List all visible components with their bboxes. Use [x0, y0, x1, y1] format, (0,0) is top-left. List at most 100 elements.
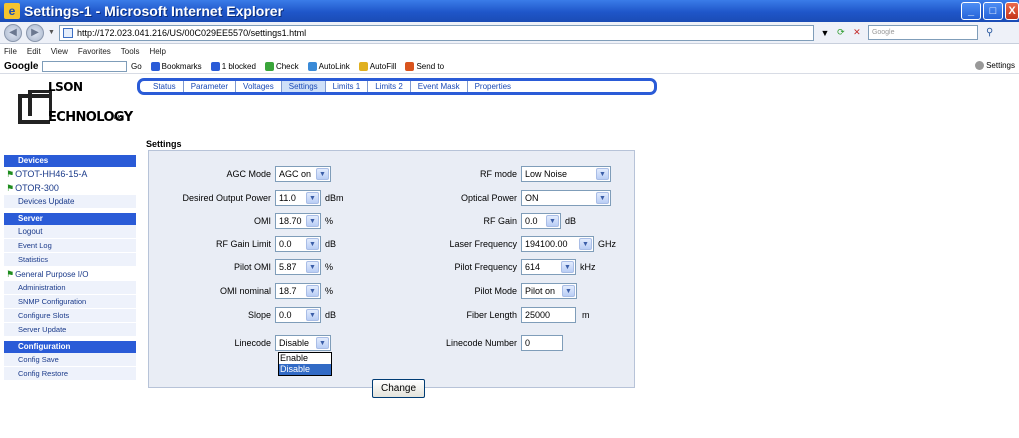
- sidebar-item-configure-slots[interactable]: Configure Slots: [4, 309, 136, 323]
- blocked-label: 1 blocked: [221, 62, 256, 71]
- rf-gain-limit-label: RF Gain Limit: [215, 239, 271, 249]
- linecode-number-input[interactable]: 0: [521, 335, 563, 351]
- tab-limits-2[interactable]: Limits 2: [368, 81, 411, 92]
- laser-frequency-select[interactable]: 194100.00 ▼: [521, 236, 594, 252]
- change-button[interactable]: Change: [372, 379, 425, 398]
- sidebar-item-device-1[interactable]: ⚑OTOT-HH46-15-A: [4, 167, 136, 181]
- linecode-value: Disable: [279, 338, 310, 348]
- google-go-label: Go: [131, 62, 142, 71]
- pilot-mode-select[interactable]: Pilot on ▼: [521, 283, 577, 299]
- optical-power-select[interactable]: ON ▼: [521, 190, 611, 206]
- tab-settings[interactable]: Settings: [281, 81, 326, 92]
- popup-blocked-button[interactable]: 1 blocked: [210, 62, 256, 71]
- stop-icon[interactable]: ✕: [850, 26, 864, 40]
- fiber-length-input[interactable]: 25000: [521, 307, 576, 323]
- rf-gain-limit-unit: dB: [325, 239, 337, 249]
- omi-select[interactable]: 18.70 ▼: [275, 213, 321, 229]
- sidebar-item-gpio[interactable]: ⚑General Purpose I/O: [4, 267, 136, 281]
- menu-edit[interactable]: Edit: [27, 47, 41, 59]
- autofill-button[interactable]: AutoFill: [358, 62, 396, 71]
- tab-limits-1[interactable]: Limits 1: [326, 81, 369, 92]
- omi-unit: %: [325, 216, 334, 226]
- menu-tools[interactable]: Tools: [121, 47, 140, 59]
- minimize-button[interactable]: _: [961, 2, 981, 20]
- search-input[interactable]: Google: [867, 25, 978, 40]
- chevron-down-icon: ▼: [596, 192, 609, 204]
- desired-output-power-select[interactable]: 11.0 ▼: [275, 190, 321, 206]
- pilot-frequency-row: Pilot Frequency 614 ▼ kHz: [380, 259, 596, 275]
- check-icon: [264, 62, 274, 71]
- sidebar-item-statistics[interactable]: Statistics: [4, 253, 136, 267]
- flag-icon: ⚑: [6, 169, 15, 179]
- sidebar-item-config-restore[interactable]: Config Restore: [4, 367, 136, 381]
- sidebar-item-snmp-configuration[interactable]: SNMP Configuration: [4, 295, 136, 309]
- sidebar-item-server-update[interactable]: Server Update: [4, 323, 136, 337]
- rf-gain-select[interactable]: 0.0 ▼: [521, 213, 561, 229]
- flag-icon: ⚑: [6, 269, 15, 279]
- laser-frequency-value: 194100.00: [525, 239, 568, 249]
- url-dropdown-icon[interactable]: ▼: [818, 26, 832, 40]
- slope-select[interactable]: 0.0 ▼: [275, 307, 321, 323]
- url-text: http://172.023.041.216/US/00C029EE5570/s…: [76, 27, 307, 38]
- menu-help[interactable]: Help: [149, 47, 165, 59]
- tab-voltages[interactable]: Voltages: [236, 81, 282, 92]
- sidebar-item-administration[interactable]: Administration: [4, 281, 136, 295]
- refresh-icon[interactable]: ⟳: [834, 26, 848, 40]
- tab-status[interactable]: Status: [146, 81, 184, 92]
- rf-gain-limit-select[interactable]: 0.0 ▼: [275, 236, 321, 252]
- rf-mode-select[interactable]: Low Noise ▼: [521, 166, 611, 182]
- chevron-down-icon: ▼: [579, 238, 592, 250]
- pilot-frequency-select[interactable]: 614 ▼: [521, 259, 576, 275]
- sidebar-item-logout[interactable]: Logout: [4, 225, 136, 239]
- pilot-omi-select[interactable]: 5.87 ▼: [275, 259, 321, 275]
- linecode-option-disable[interactable]: Disable: [279, 364, 331, 375]
- maximize-button[interactable]: □: [983, 2, 1003, 20]
- history-dropdown-icon[interactable]: ▼: [48, 29, 55, 36]
- fiber-length-unit: m: [582, 310, 590, 320]
- sidebar-item-config-save[interactable]: Config Save: [4, 353, 136, 367]
- send-to-button[interactable]: Send to: [405, 62, 444, 71]
- sidebar-item-devices-update[interactable]: Devices Update: [4, 195, 136, 209]
- address-bar: ◀ ▶ ▼ http://172.023.041.216/US/00C029EE…: [0, 22, 1019, 44]
- sidebar-item-device-2[interactable]: ⚑OTOR-300: [4, 181, 136, 195]
- agc-mode-select[interactable]: AGC on ▼: [275, 166, 331, 182]
- back-icon[interactable]: ◀: [4, 23, 22, 42]
- tab-properties[interactable]: Properties: [468, 81, 518, 92]
- google-settings-button[interactable]: Settings: [975, 61, 1015, 70]
- google-search-input[interactable]: [42, 61, 127, 72]
- forward-icon[interactable]: ▶: [26, 23, 44, 42]
- tab-parameter[interactable]: Parameter: [184, 81, 237, 92]
- chevron-down-icon: ▼: [316, 168, 329, 180]
- fiber-length-row: Fiber Length 25000 m: [380, 307, 590, 323]
- omi-value: 18.70: [279, 216, 302, 226]
- linecode-option-enable[interactable]: Enable: [279, 353, 331, 364]
- sidebar-item-event-log[interactable]: Event Log: [4, 239, 136, 253]
- flag-icon: ⚑: [6, 183, 15, 193]
- chevron-down-icon: ▼: [306, 238, 319, 250]
- url-input[interactable]: http://172.023.041.216/US/00C029EE5570/s…: [58, 24, 814, 41]
- laser-frequency-unit: GHz: [598, 239, 616, 249]
- linecode-number-label: Linecode Number: [445, 338, 517, 348]
- menu-view[interactable]: View: [51, 47, 68, 59]
- rf-gain-label: RF Gain: [483, 216, 517, 226]
- pilot-frequency-label: Pilot Frequency: [454, 262, 517, 272]
- google-bookmarks-button[interactable]: Bookmarks: [150, 62, 202, 71]
- spell-check-button[interactable]: Check: [264, 62, 299, 71]
- autolink-button[interactable]: AutoLink: [307, 62, 350, 71]
- optical-power-value: ON: [525, 193, 539, 203]
- omi-nominal-select[interactable]: 18.7 ▼: [275, 283, 321, 299]
- close-button[interactable]: X: [1005, 2, 1019, 20]
- menu-file[interactable]: File: [4, 47, 17, 59]
- linecode-select[interactable]: Disable ▼: [275, 335, 331, 351]
- pilot-mode-label: Pilot Mode: [474, 286, 517, 296]
- google-go-button[interactable]: Go: [131, 62, 142, 71]
- tab-event-mask[interactable]: Event Mask: [411, 81, 468, 92]
- pilot-omi-value: 5.87: [279, 262, 297, 272]
- omi-label: OMI: [254, 216, 271, 226]
- rf-gain-limit-row: RF Gain Limit 0.0 ▼ dB: [148, 236, 336, 252]
- menu-favorites[interactable]: Favorites: [78, 47, 111, 59]
- pilot-mode-row: Pilot Mode Pilot on ▼: [380, 283, 577, 299]
- search-icon[interactable]: ⚲: [986, 27, 1000, 38]
- linecode-row: Linecode Disable ▼: [148, 335, 331, 351]
- pilot-frequency-value: 614: [525, 262, 541, 272]
